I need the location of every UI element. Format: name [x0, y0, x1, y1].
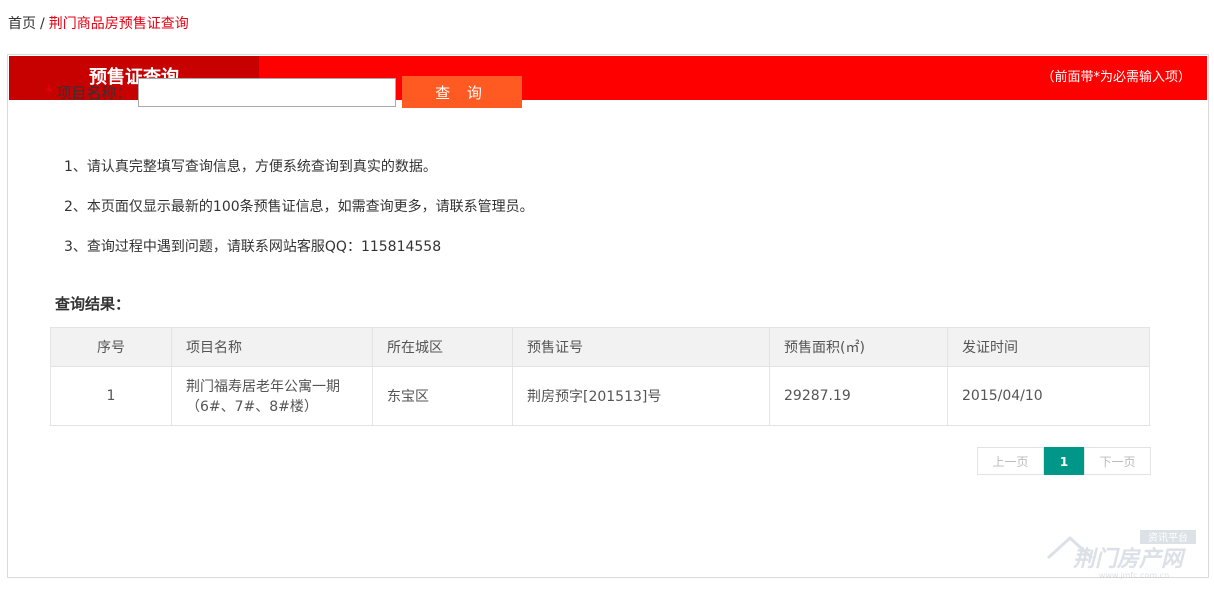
column-header-area: 预售面积(㎡) [769, 327, 948, 367]
project-name-input[interactable] [137, 77, 396, 107]
site-watermark-logo: 资讯平台 荆门房产网 www.jmfc.com.cn [1046, 530, 1196, 580]
required-mark: * [45, 83, 53, 101]
breadcrumb-current-link[interactable]: 荆门商品房预售证查询 [49, 16, 189, 32]
prev-page-button[interactable]: 上一页 [977, 447, 1044, 475]
column-header-index: 序号 [50, 327, 172, 367]
cell-district: 东宝区 [372, 366, 513, 426]
instruction-line: 1、请认真完整填写查询信息，方便系统查询到真实的数据。 [64, 159, 437, 175]
column-header-issue-date: 发证时间 [947, 327, 1150, 367]
search-form: * 项目名称： 查 询 [45, 76, 522, 108]
cell-project-name: 荆门福寿居老年公寓一期 （6#、7#、8#楼） [171, 366, 373, 426]
breadcrumb: 首页 / 荆门商品房预售证查询 [8, 13, 189, 33]
results-title: 查询结果： [55, 295, 131, 313]
breadcrumb-separator: / [40, 16, 45, 32]
watermark-url: www.jmfc.com.cn [1099, 571, 1169, 580]
table-row: 1 荆门福寿居老年公寓一期 （6#、7#、8#楼） 东宝区 荆房预字[20151… [50, 366, 1150, 426]
table-header-row: 序号 项目名称 所在城区 预售证号 预售面积(㎡) 发证时间 [50, 327, 1150, 367]
instruction-line: 3、查询过程中遇到问题，请联系网站客服QQ：115814558 [64, 239, 442, 255]
instruction-line: 2、本页面仅显示最新的100条预售证信息，如需查询更多，请联系管理员。 [64, 199, 534, 215]
query-panel: 预售证查询 （前面带*为必需输入项） [7, 54, 1209, 578]
instructions: 1、请认真完整填写查询信息，方便系统查询到真实的数据。 2、本页面仅显示最新的1… [64, 157, 534, 277]
required-note: （前面带*为必需输入项） [1041, 70, 1191, 85]
cell-area: 29287.19 [769, 366, 948, 426]
pagination: 上一页 1 下一页 [977, 447, 1151, 475]
watermark-brand: 荆门房产网 [1073, 546, 1186, 572]
page-number-button[interactable]: 1 [1044, 447, 1084, 475]
breadcrumb-home-link[interactable]: 首页 [8, 16, 36, 32]
results-table: 序号 项目名称 所在城区 预售证号 预售面积(㎡) 发证时间 1 荆门福寿居老年… [50, 327, 1150, 426]
project-name-label: 项目名称： [56, 83, 132, 102]
next-page-button[interactable]: 下一页 [1084, 447, 1151, 475]
watermark-tag: 资讯平台 [1148, 531, 1188, 544]
search-button[interactable]: 查 询 [401, 76, 522, 108]
project-name-line: （6#、7#、8#楼） [186, 399, 318, 415]
cell-index: 1 [50, 366, 172, 426]
column-header-cert-number: 预售证号 [512, 327, 770, 367]
column-header-project-name: 项目名称 [171, 327, 373, 367]
column-header-district: 所在城区 [372, 327, 513, 367]
project-name-line: 荆门福寿居老年公寓一期 [186, 379, 340, 395]
cell-cert-number: 荆房预字[201513]号 [512, 366, 770, 426]
cell-issue-date: 2015/04/10 [947, 366, 1150, 426]
